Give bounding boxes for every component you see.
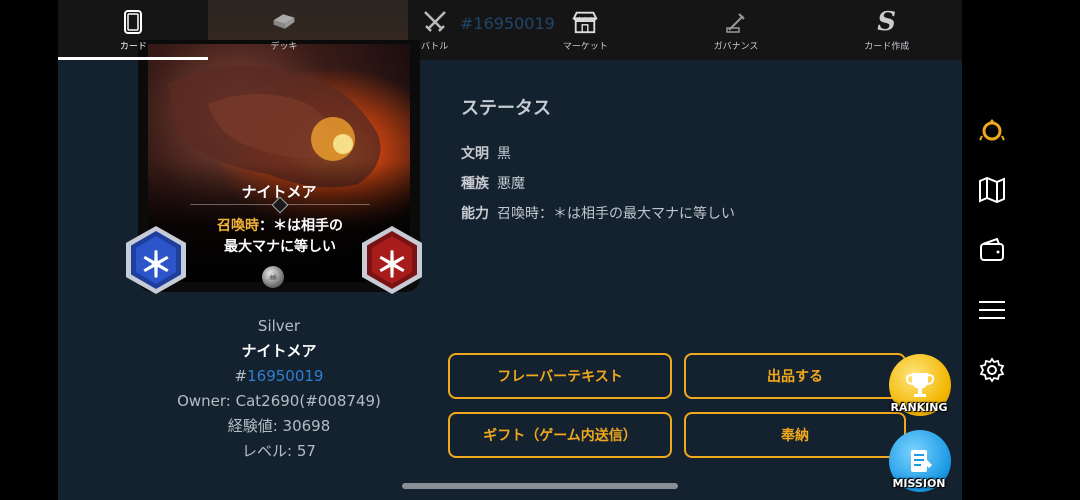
- status-row-ability: 能力 召喚時：＊は相手の最大マナに等しい: [461, 203, 735, 223]
- card-owner: Owner: Cat2690(#008749): [177, 392, 381, 410]
- governance-icon: [723, 9, 749, 35]
- top-navigation: カード デッキ バトル マーケット ガバナンス S カード作成: [58, 0, 962, 60]
- power-value: ＊: [375, 246, 409, 286]
- map-icon[interactable]: [976, 174, 1008, 206]
- deck-icon: [271, 9, 297, 35]
- tab-market[interactable]: マーケット: [510, 0, 661, 60]
- card-level: レベル: 57: [242, 442, 316, 460]
- status-value: 召喚時：＊は相手の最大マナに等しい: [497, 206, 735, 222]
- settings-icon[interactable]: [976, 354, 1008, 386]
- status-row-race: 種族 悪魔: [461, 173, 525, 193]
- card-create-icon: S: [877, 7, 897, 37]
- ability-line1: ：＊は相手の: [259, 218, 343, 234]
- battle-icon: [422, 9, 448, 35]
- menu-icon[interactable]: [976, 294, 1008, 326]
- wallet-icon[interactable]: [976, 234, 1008, 266]
- mission-label: MISSION: [892, 477, 946, 490]
- active-tab-indicator: [58, 57, 208, 60]
- status-row-civilization: 文明黒: [461, 143, 511, 163]
- scroll-icon: [911, 450, 932, 472]
- trophy-icon: [905, 373, 935, 397]
- gift-button[interactable]: ギフト（ゲーム内送信）: [448, 412, 672, 458]
- card-id-hash: #: [234, 367, 248, 385]
- tab-label: マーケット: [562, 42, 608, 52]
- status-key: 能力: [461, 206, 489, 222]
- ranking-label: RANKING: [890, 401, 948, 414]
- tab-deck[interactable]: デッキ: [209, 0, 360, 60]
- tab-card-create[interactable]: S カード作成: [811, 0, 962, 60]
- ability-keyword: 召喚時: [217, 218, 259, 234]
- card-icon: [120, 9, 146, 35]
- ability-line2: 最大マナに等しい: [224, 239, 336, 255]
- ring-icon[interactable]: [976, 114, 1008, 146]
- card-info: Silver ナイトメア #16950019 Owner: Cat2690(#0…: [148, 314, 410, 464]
- card-ability: 召喚時：＊は相手の 最大マナに等しい: [190, 216, 370, 258]
- home-indicator[interactable]: [402, 483, 678, 489]
- market-icon: [572, 9, 598, 35]
- card-info-name: ナイトメア: [241, 342, 317, 360]
- tab-label: バトル: [421, 42, 449, 52]
- tab-label: ガバナンス: [713, 42, 759, 52]
- tab-governance[interactable]: ガバナンス: [661, 0, 812, 60]
- status-value: 悪魔: [497, 176, 525, 192]
- tab-battle[interactable]: バトル: [359, 0, 510, 60]
- list-for-sale-button[interactable]: 出品する: [684, 353, 906, 399]
- skull-icon: ☠: [262, 266, 284, 288]
- tab-label: デッキ: [270, 42, 298, 52]
- card-id-number[interactable]: 16950019: [247, 367, 323, 385]
- status-key: 種族: [461, 176, 489, 192]
- status-title: ステータス: [461, 98, 551, 119]
- status-key: 文明: [461, 146, 489, 162]
- card-divider: [190, 204, 370, 205]
- tab-label: カード: [119, 42, 147, 52]
- cost-value: ＊: [139, 246, 173, 286]
- dedicate-button[interactable]: 奉納: [684, 412, 906, 458]
- status-value: 黒: [497, 146, 511, 162]
- flavor-text-button[interactable]: フレーバーテキスト: [448, 353, 672, 399]
- card-rarity: Silver: [257, 317, 301, 335]
- tab-card[interactable]: カード: [58, 0, 209, 60]
- card-id[interactable]: #16950019: [148, 364, 410, 389]
- card-experience: 経験値: 30698: [227, 417, 331, 435]
- tab-label: カード作成: [864, 42, 910, 52]
